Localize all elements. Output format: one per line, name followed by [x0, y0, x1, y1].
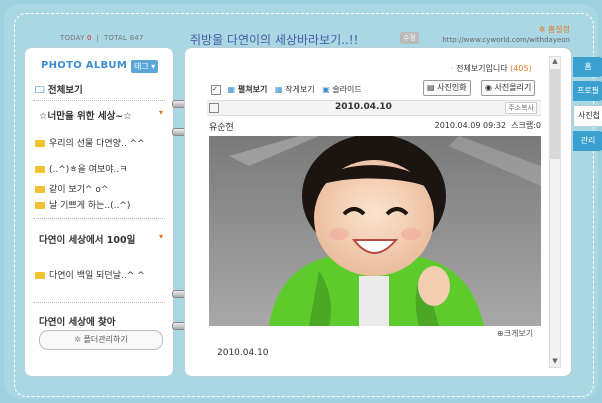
post-date: 2010.04.10 — [335, 102, 392, 112]
folder-icon — [35, 140, 45, 147]
divider — [33, 302, 165, 303]
small-view-button[interactable]: ▦ 작게보기 — [275, 85, 315, 94]
post-timestamp-scrap: 2010.04.09 09:32 스크랩:0 — [434, 121, 541, 130]
magnifier-icon: ⊕ — [497, 329, 504, 338]
folder-icon — [35, 272, 45, 279]
home-url[interactable]: http://www.cyworld.com/withdayeon — [442, 36, 570, 44]
view-all-info: · 전체보기입니다 (405) — [451, 64, 532, 73]
divider — [33, 100, 165, 101]
post-photo[interactable] — [209, 136, 541, 326]
chevron-down-icon[interactable]: ▾ — [159, 232, 163, 241]
sidebar-folder-item[interactable]: (..^)ㅎ을 여보야..ㅋ — [35, 162, 128, 175]
tab-manage[interactable]: 관리 — [573, 131, 602, 151]
gear-icon: ✲ — [74, 335, 81, 344]
divider — [33, 218, 165, 219]
folder-search-icon: 🗀 — [35, 85, 45, 96]
top-bar: TODAY 0 | TOTAL 847 쥐방울 다연이의 세상바라보기..!! … — [24, 22, 570, 48]
checkbox[interactable]: ✓ — [211, 84, 221, 95]
sidebar-folder-item[interactable]: 우리의 선물 다연양.. ^^ — [35, 136, 145, 149]
print-icon: ▤ — [427, 83, 435, 92]
folder-icon — [35, 186, 45, 193]
vertical-scrollbar[interactable]: ▲ ▼ — [549, 56, 561, 368]
tag-dropdown[interactable]: 태그 ▾ — [131, 60, 159, 73]
checkbox[interactable] — [209, 103, 219, 113]
album-sidebar: PHOTO ALBUM 태그 ▾ 🗀 전체보기 ☆너만을 위한 세상~☆ ▾ 우… — [24, 47, 174, 377]
tab-photo-album[interactable]: 사진첩 — [573, 105, 602, 127]
grid-icon: ▦ — [227, 85, 236, 94]
sidebar-section-3[interactable]: 다연이 세상에 찾아 — [39, 314, 116, 326]
folder-management-button[interactable]: ✲ 폴더관리하기 — [39, 330, 163, 350]
view-toolbar: ✓ ▦ 펼쳐보기 ▦ 작게보기 ▣ 슬라이드 — [211, 84, 362, 95]
edit-title-button[interactable]: 수정 — [400, 32, 419, 44]
slideshow-button[interactable]: ▣ 슬라이드 — [322, 85, 362, 94]
scroll-up-icon[interactable]: ▲ — [550, 57, 560, 67]
scroll-down-icon[interactable]: ▼ — [550, 357, 560, 367]
sidebar-folder-item[interactable]: 날 기쁘게 하는..(..^) — [35, 198, 130, 211]
sidebar-section-1[interactable]: ☆너만을 위한 세상~☆ — [39, 108, 132, 122]
sidebar-view-all[interactable]: 🗀 전체보기 — [35, 82, 83, 99]
folder-icon — [35, 202, 45, 209]
expand-view-button[interactable]: ▦ 펼쳐보기 — [228, 85, 268, 94]
upload-photo-button[interactable]: ◉ 사진올리기 — [481, 80, 536, 96]
album-title: PHOTO ALBUM — [41, 60, 128, 71]
grid-small-icon: ▦ — [275, 85, 283, 94]
child-photo-illustration — [209, 136, 541, 326]
photo-caption: 2010.04.10 — [217, 348, 269, 358]
post-author[interactable]: 유순현 — [209, 120, 234, 133]
sidebar-section-2[interactable]: 다연이 세상에서 100일 — [39, 232, 135, 246]
photo-content: · 전체보기입니다 (405) ✓ ▦ 펼쳐보기 ▦ 작게보기 ▣ 슬라이드 ▤… — [184, 47, 572, 377]
camera-icon: ◉ — [485, 83, 492, 92]
tab-home[interactable]: 홈 — [573, 57, 602, 77]
visitor-counter: TODAY 0 | TOTAL 847 — [60, 34, 144, 42]
home-setting-link[interactable]: ✲ 홈설정 — [539, 24, 570, 35]
post-date-bar: 2010.04.10 주소복사 — [207, 100, 541, 116]
zoom-button[interactable]: ⊕크게보기 — [497, 328, 533, 339]
copy-address-button[interactable]: 주소복사 — [505, 102, 537, 114]
chevron-down-icon[interactable]: ▾ — [159, 108, 163, 117]
sidebar-folder-item[interactable]: 같이 보기^ o^ — [35, 182, 108, 195]
sidebar-folder-item[interactable]: 다연이 백일 되던날..^ ^ — [35, 268, 145, 281]
tab-profile[interactable]: 프로필 — [573, 81, 602, 101]
folder-icon — [35, 166, 45, 173]
page-title[interactable]: 쥐방울 다연이의 세상바라보기..!! — [190, 31, 358, 48]
print-photo-button[interactable]: ▤ 사진인화 — [423, 80, 471, 96]
scroll-thumb[interactable] — [550, 69, 560, 159]
slide-icon: ▣ — [322, 85, 330, 94]
